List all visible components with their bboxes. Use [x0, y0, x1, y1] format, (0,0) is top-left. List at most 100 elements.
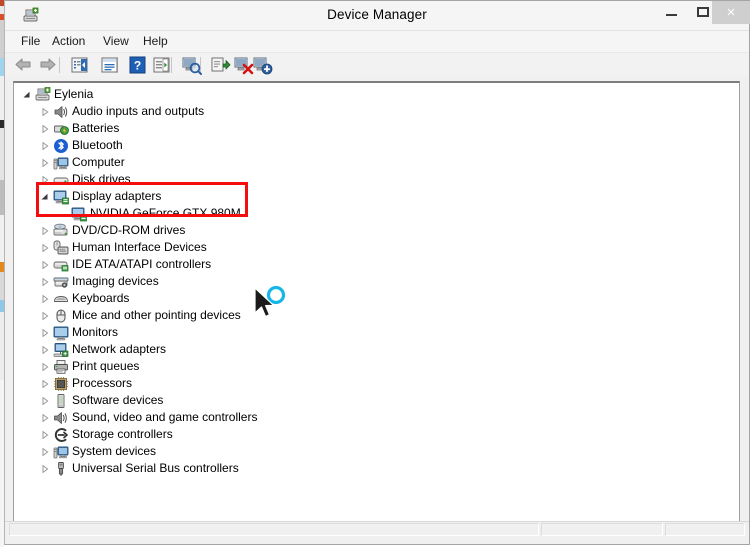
display-adapter-icon	[53, 189, 69, 205]
expand-triangle-icon[interactable]	[40, 256, 50, 273]
tree-node-label: Human Interface Devices	[72, 240, 207, 254]
menu-item-file[interactable]: File	[19, 34, 42, 48]
close-icon: ×	[726, 4, 736, 21]
tree-node-label: Audio inputs and outputs	[72, 104, 205, 118]
tree-node-label: Mice and other pointing devices	[72, 308, 241, 322]
bluetooth-icon	[53, 138, 69, 154]
tree-node[interactable]: Audio inputs and outputs	[14, 103, 739, 120]
status-pane-third	[665, 523, 745, 536]
tree-node[interactable]: Keyboards	[14, 290, 739, 307]
expand-triangle-icon[interactable]	[40, 443, 50, 460]
expand-triangle-icon[interactable]	[40, 154, 50, 171]
status-pane-second	[541, 523, 663, 536]
expand-triangle-icon[interactable]	[40, 222, 50, 239]
menu-item-view[interactable]: View	[101, 34, 131, 48]
tree-node[interactable]: Bluetooth	[14, 137, 739, 154]
tree-node-label: Eylenia	[54, 87, 94, 101]
console-tree-button[interactable]	[151, 55, 172, 75]
expand-triangle-icon[interactable]	[40, 273, 50, 290]
tree-node-label: Sound, video and game controllers	[72, 410, 258, 424]
status-bar	[5, 521, 749, 544]
tree-node[interactable]: Monitors	[14, 324, 739, 341]
tree-node-label: Print queues	[72, 359, 140, 373]
expand-triangle-icon[interactable]	[40, 375, 50, 392]
expand-triangle-icon[interactable]	[40, 103, 50, 120]
system-device-icon	[53, 444, 69, 460]
tree-node[interactable]: Network adapters	[14, 341, 739, 358]
tree-node[interactable]: Disk drives	[14, 171, 739, 188]
properties-button[interactable]	[99, 55, 120, 75]
tree-node[interactable]: IDE ATA/ATAPI controllers	[14, 256, 739, 273]
menu-item-action[interactable]: Action	[50, 34, 87, 48]
tree-node[interactable]: Storage controllers	[14, 426, 739, 443]
tree-node-label: Disk drives	[72, 172, 131, 186]
tree-node[interactable]: Display adapters	[14, 188, 739, 205]
tree-node-label: Computer	[72, 155, 125, 169]
tree-root-node[interactable]: Eylenia	[14, 86, 739, 103]
tree-node[interactable]: Human Interface Devices	[14, 239, 739, 256]
network-adapter-icon	[53, 342, 69, 358]
software-device-icon	[53, 393, 69, 409]
tree-node[interactable]: Software devices	[14, 392, 739, 409]
content-area: Eylenia Audio inputs and outputs Batteries…	[5, 76, 749, 544]
collapse-triangle-icon[interactable]	[22, 86, 32, 103]
tree-node[interactable]: DVD/CD-ROM drives	[14, 222, 739, 239]
expand-triangle-icon[interactable]	[40, 409, 50, 426]
svg-text:?: ?	[134, 59, 141, 73]
uninstall-device-button[interactable]	[233, 55, 254, 75]
forward-button[interactable]	[37, 55, 58, 75]
tree-node[interactable]: Sound, video and game controllers	[14, 409, 739, 426]
tree-node[interactable]: Print queues	[14, 358, 739, 375]
status-pane-main	[9, 523, 539, 536]
toolbar-separator-1	[59, 57, 60, 73]
tree-node[interactable]: Universal Serial Bus controllers	[14, 460, 739, 477]
expand-triangle-icon[interactable]	[40, 290, 50, 307]
tree-node-label: IDE ATA/ATAPI controllers	[72, 257, 212, 271]
expand-triangle-icon[interactable]	[40, 341, 50, 358]
expand-triangle-icon[interactable]	[40, 120, 50, 137]
title-bar: Device Manager ×	[5, 1, 750, 31]
tree-node[interactable]: System devices	[14, 443, 739, 460]
expand-triangle-icon[interactable]	[40, 426, 50, 443]
tree-node[interactable]: Processors	[14, 375, 739, 392]
tree-node-label: Batteries	[72, 121, 120, 135]
device-tree-panel[interactable]: Eylenia Audio inputs and outputs Batteries…	[13, 81, 740, 524]
tree-node-label: Processors	[72, 376, 133, 390]
expand-triangle-icon[interactable]	[40, 239, 50, 256]
expand-triangle-icon[interactable]	[40, 307, 50, 324]
mouse-icon	[53, 308, 69, 324]
tree-node[interactable]: Mice and other pointing devices	[14, 307, 739, 324]
back-button[interactable]	[13, 55, 34, 75]
collapse-triangle-icon[interactable]	[40, 188, 50, 205]
expand-triangle-icon[interactable]	[40, 358, 50, 375]
sound-icon	[53, 410, 69, 426]
tree-node[interactable]: Imaging devices	[14, 273, 739, 290]
battery-icon	[53, 121, 69, 137]
menu-bar: File Action View Help	[5, 31, 749, 53]
tree-node-label: NVIDIA GeForce GTX 980M	[90, 206, 241, 220]
tree-node[interactable]: Computer	[14, 154, 739, 171]
expand-triangle-icon[interactable]	[40, 171, 50, 188]
tree-node[interactable]: Batteries	[14, 120, 739, 137]
tree-node-label: Software devices	[72, 393, 164, 407]
window-title: Device Manager	[327, 7, 427, 22]
disk-drive-icon	[53, 172, 69, 188]
menu-item-help[interactable]: Help	[141, 34, 170, 48]
help-button[interactable]: ?	[127, 55, 148, 75]
monitor-icon	[53, 325, 69, 341]
expand-triangle-icon[interactable]	[40, 137, 50, 154]
tree-node[interactable]: NVIDIA GeForce GTX 980M	[14, 205, 739, 222]
expand-triangle-icon[interactable]	[40, 392, 50, 409]
close-button[interactable]: ×	[712, 1, 750, 24]
tree-node-label: Display adapters	[72, 189, 162, 203]
expand-triangle-icon[interactable]	[40, 324, 50, 341]
expand-triangle-icon[interactable]	[40, 460, 50, 477]
add-legacy-button[interactable]	[252, 55, 273, 75]
minimize-icon	[656, 1, 686, 23]
minimize-button[interactable]	[656, 1, 686, 23]
update-driver-button[interactable]	[210, 55, 231, 75]
printer-icon	[53, 359, 69, 375]
tree-node-label: Universal Serial Bus controllers	[72, 461, 239, 475]
show-hide-tree-button[interactable]	[69, 55, 90, 75]
scan-hardware-button[interactable]	[181, 55, 202, 75]
